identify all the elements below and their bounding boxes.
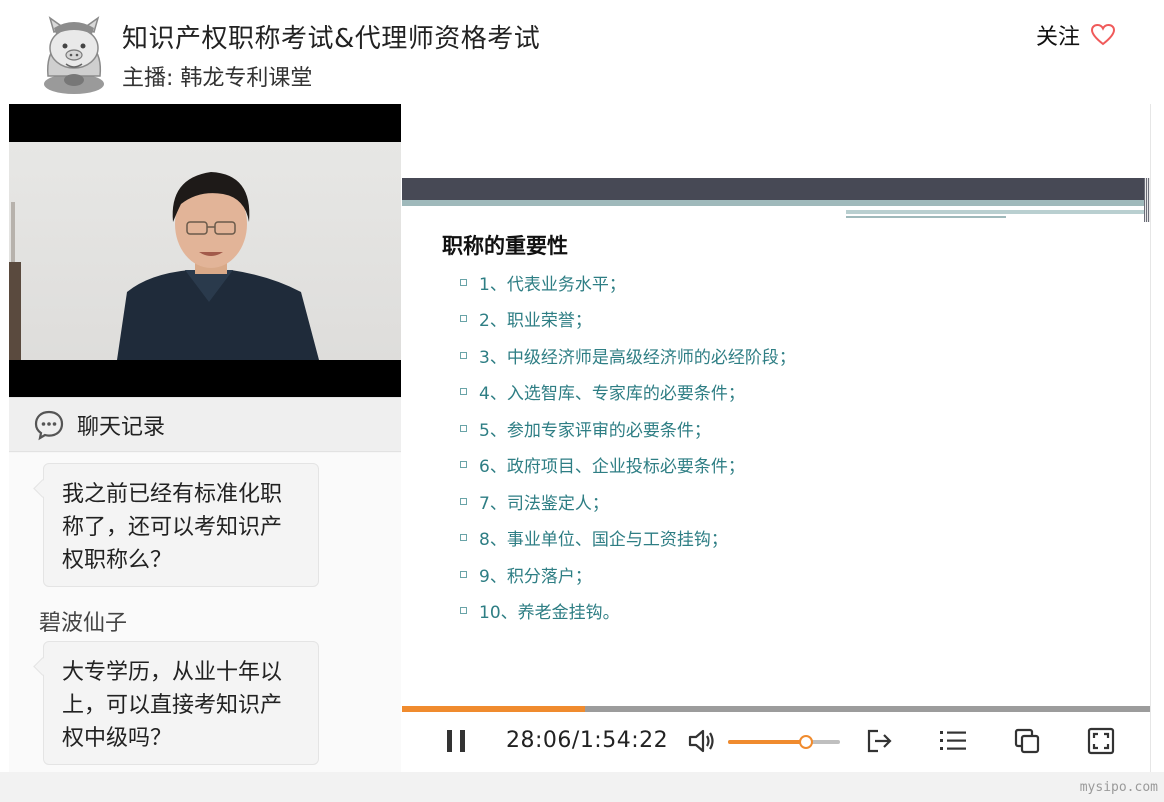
header: 知识产权职称考试&代理师资格考试 主播: 韩龙专利课堂 关注 [0, 0, 1164, 100]
chat-title: 聊天记录 [77, 414, 166, 440]
playlist-icon[interactable] [938, 726, 968, 756]
slide-list-item: 1、代表业务水平； [460, 264, 796, 301]
slide-item-text: 8、事业单位、国企与工资挂钩； [479, 530, 728, 551]
slide-item-text: 2、职业荣誉； [479, 311, 592, 332]
slide-heading: 职称的重要性 [442, 234, 568, 258]
slide-divider [846, 210, 1150, 214]
video-player[interactable]: 职称的重要性 1、代表业务水平； 2、职业荣誉； 3、中级经济师是高级经济师的必… [402, 104, 1150, 772]
chat-list[interactable]: 我之前已经有标准化职称了，还可以考知识产权职称么？ 碧波仙子 大专学历，从业十年… [9, 453, 401, 772]
slide-item-text: 5、参加专家评审的必要条件； [479, 420, 711, 441]
playback-time: 28:06/1:54:22 [506, 728, 669, 753]
heart-icon [1091, 23, 1116, 46]
bullet-icon [460, 424, 467, 432]
volume-slider[interactable] [728, 735, 840, 749]
slide-item-text: 4、入选智库、专家库的必要条件； [479, 384, 745, 405]
bullet-icon [460, 278, 467, 286]
presentation-slide: 职称的重要性 1、代表业务水平； 2、职业荣誉； 3、中级经济师是高级经济师的必… [402, 178, 1150, 706]
volume-icon[interactable] [686, 726, 716, 756]
host-name: 主播: 韩龙专利课堂 [122, 66, 313, 91]
volume-knob[interactable] [799, 735, 814, 749]
watermark: mysipo.com [1079, 780, 1158, 795]
avatar-pig-icon[interactable] [38, 14, 110, 94]
slide-item-text: 7、司法鉴定人； [479, 493, 609, 514]
slide-item-text: 6、政府项目、企业投标必要条件； [479, 457, 745, 478]
bullet-icon [460, 497, 467, 505]
pause-icon[interactable] [442, 726, 472, 756]
chat-message: 大专学历，从业十年以上，可以直接考知识产权中级吗？ [43, 641, 319, 765]
slide-item-text: 9、积分落户； [479, 566, 592, 587]
slide-list-item: 6、政府项目、企业投标必要条件； [460, 447, 796, 484]
bullet-icon [460, 388, 467, 396]
slide-list-item: 8、事业单位、国企与工资挂钩； [460, 520, 796, 557]
bullet-icon [460, 534, 467, 542]
slide-divider [402, 200, 1150, 206]
volume-fill [728, 740, 807, 744]
slide-list: 1、代表业务水平； 2、职业荣誉； 3、中级经济师是高级经济师的必经阶段； 4、… [460, 264, 796, 629]
copy-icon[interactable] [1012, 726, 1042, 756]
page-title: 知识产权职称考试&代理师资格考试 [122, 24, 541, 54]
bullet-icon [460, 607, 467, 615]
panel-border [1150, 104, 1151, 772]
bullet-icon [460, 315, 467, 323]
bullet-icon [460, 351, 467, 359]
camera-video[interactable] [9, 104, 401, 397]
slide-list-item: 5、参加专家评审的必要条件； [460, 410, 796, 447]
exit-icon[interactable] [864, 726, 894, 756]
slide-list-item: 7、司法鉴定人； [460, 483, 796, 520]
presenter-image [9, 172, 319, 360]
slide-item-text: 10、养老金挂钩。 [479, 603, 620, 624]
slide-item-text: 1、代表业务水平； [479, 274, 626, 295]
fullscreen-icon[interactable] [1086, 726, 1116, 756]
bullet-icon [460, 570, 467, 578]
camera-frame [9, 142, 401, 360]
follow-button[interactable]: 关注 [1036, 19, 1116, 51]
chat-message: 我之前已经有标准化职称了，还可以考知识产权职称么？ [43, 463, 319, 587]
slide-list-item: 4、入选智库、专家库的必要条件； [460, 374, 796, 411]
follow-label: 关注 [1036, 25, 1081, 50]
chat-bubble-icon [34, 410, 64, 440]
left-panel: 聊天记录 我之前已经有标准化职称了，还可以考知识产权职称么？ 碧波仙子 大专学历… [9, 104, 401, 772]
slide-list-item: 3、中级经济师是高级经济师的必经阶段； [460, 337, 796, 374]
footer: mysipo.com [0, 772, 1164, 802]
chat-username: 碧波仙子 [39, 611, 128, 636]
slide-list-item: 10、养老金挂钩。 [460, 593, 796, 630]
slide-list-item: 2、职业荣誉； [460, 301, 796, 338]
player-controls: 28:06/1:54:22 [402, 712, 1150, 772]
chat-header: 聊天记录 [9, 397, 401, 452]
slide-banner [402, 178, 1150, 200]
slide-list-item: 9、积分落户； [460, 556, 796, 593]
slide-item-text: 3、中级经济师是高级经济师的必经阶段； [479, 347, 796, 368]
bullet-icon [460, 461, 467, 469]
slide-divider [846, 216, 1006, 218]
